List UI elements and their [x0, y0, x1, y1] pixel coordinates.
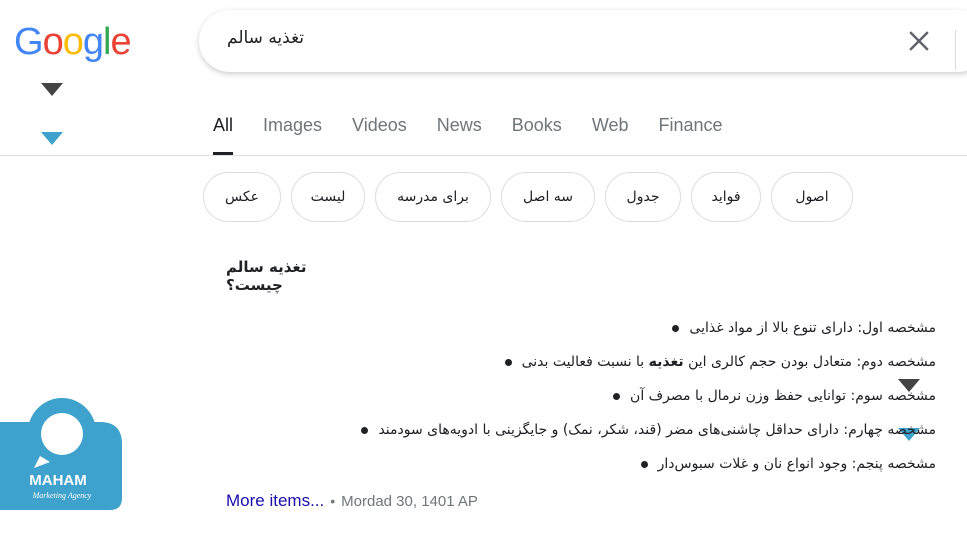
tab-web[interactable]: Web [592, 110, 629, 155]
logo-letter: g [82, 21, 104, 63]
list-item: مشخصه سوم: توانایی حفظ وزن نرمال با مصرف… [226, 384, 936, 418]
tab-finance[interactable]: Finance [659, 110, 723, 155]
search-divider [955, 30, 956, 70]
item-text: مشخصه پنجم: وجود انواع نان و غلات سبوس‌د… [657, 456, 936, 472]
list-item: مشخصه پنجم: وجود انواع نان و غلات سبوس‌د… [226, 452, 936, 486]
bullet-icon [613, 392, 621, 400]
logo-letter: o [62, 21, 84, 63]
bullet-icon [672, 324, 680, 332]
tabs-divider [0, 155, 967, 156]
chip[interactable]: سه اصل [501, 172, 595, 222]
item-text-part: مشخصه دوم: متعادل بودن حجم کالری این [683, 354, 936, 370]
item-text: مشخصه دوم: متعادل بودن حجم کالری این تغذ… [522, 350, 936, 374]
maham-logo-icon: MAHAM Marketing Agency [0, 398, 122, 510]
snippet-date: Mordad 30, 1401 AP [341, 493, 478, 510]
search-input[interactable]: تغذیه سالم [227, 28, 304, 48]
bullet-icon [640, 460, 648, 468]
item-text-part: با نسبت فعالیت بدنی [521, 354, 649, 370]
snippet-list: مشخصه اول: دارای تنوع بالا از مواد غذایی… [226, 316, 936, 486]
triangle-marker-dark-icon [41, 83, 63, 96]
more-items-link[interactable]: More items... [226, 491, 324, 510]
triangle-marker-blue-icon [41, 132, 63, 145]
chip[interactable]: لیست [291, 172, 365, 222]
list-item: مشخصه اول: دارای تنوع بالا از مواد غذایی [226, 316, 936, 350]
search-tabs: All Images Videos News Books Web Finance [213, 110, 753, 155]
tab-images[interactable]: Images [263, 110, 322, 155]
bullet-icon [361, 426, 369, 434]
tab-all[interactable]: All [213, 110, 234, 155]
maham-tagline: Marketing Agency [32, 491, 92, 500]
chip[interactable]: برای مدرسه [375, 172, 491, 222]
logo-letter: e [110, 21, 131, 63]
chip[interactable]: اصول [771, 172, 853, 222]
item-text: مشخصه چهارم: دارای حداقل چاشنی‌های مضر (… [378, 422, 936, 438]
google-logo[interactable]: Google [14, 20, 132, 64]
maham-brand: MAHAM [29, 472, 87, 489]
tab-news[interactable]: News [437, 110, 482, 155]
refinement-chips: عکس لیست برای مدرسه سه اصل جدول فواید اص… [203, 172, 863, 222]
item-text: مشخصه سوم: توانایی حفظ وزن نرمال با مصرف… [630, 388, 936, 404]
item-text-bold: تغذیه [648, 354, 684, 370]
close-icon [909, 31, 929, 51]
tab-books[interactable]: Books [512, 110, 562, 155]
item-text: مشخصه اول: دارای تنوع بالا از مواد غذایی [689, 320, 936, 336]
chip[interactable]: جدول [605, 172, 681, 222]
snippet-title: تغذیه سالم چیست؟ [226, 258, 307, 294]
list-item: مشخصه چهارم: دارای حداقل چاشنی‌های مضر (… [226, 418, 936, 452]
separator-dot: • [330, 493, 336, 509]
tab-videos[interactable]: Videos [352, 110, 407, 155]
logo-letter: o [42, 21, 64, 63]
maham-watermark-logo: MAHAM Marketing Agency [0, 398, 122, 510]
list-item: مشخصه دوم: متعادل بودن حجم کالری این تغذ… [226, 350, 936, 384]
chip[interactable]: عکس [203, 172, 281, 222]
snippet-footer: More items... • Mordad 30, 1401 AP [226, 491, 478, 511]
logo-letter: G [14, 21, 44, 63]
search-box[interactable]: تغذیه سالم [199, 10, 967, 72]
featured-snippet: تغذیه سالم چیست؟ مشخصه اول: دارای تنوع ب… [226, 258, 936, 486]
clear-search-button[interactable] [905, 27, 933, 55]
chip[interactable]: فواید [691, 172, 761, 222]
bullet-icon [504, 358, 512, 366]
